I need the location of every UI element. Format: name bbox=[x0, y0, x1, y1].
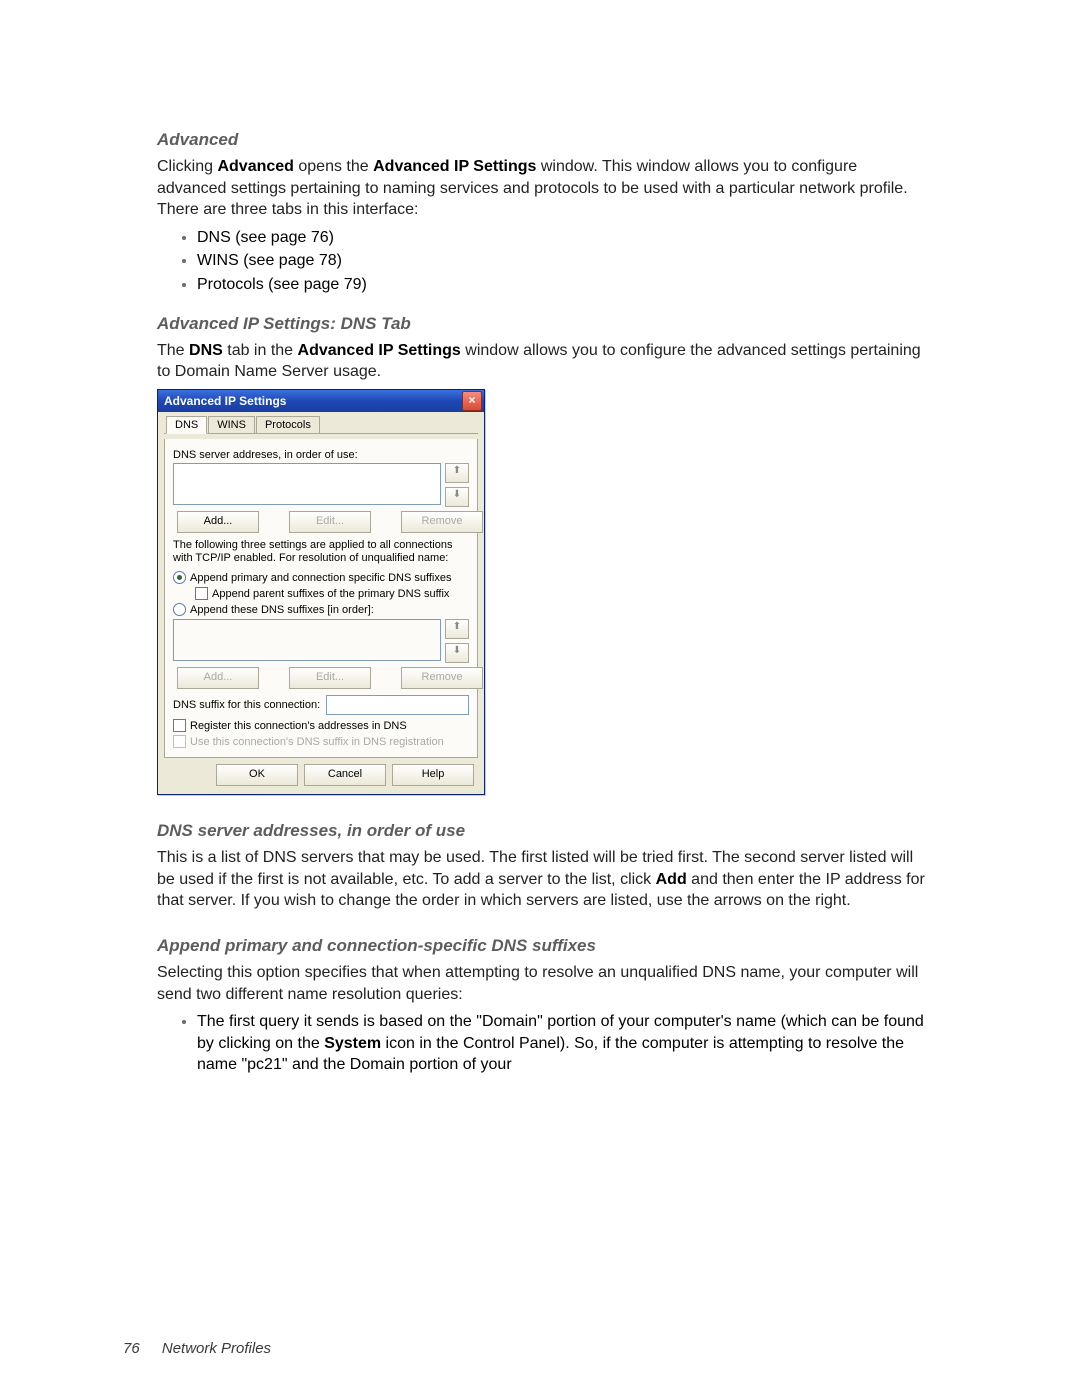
heading-append-primary: Append primary and connection-specific D… bbox=[157, 936, 925, 956]
list-item: WINS (see page 78) bbox=[197, 250, 925, 272]
ok-button[interactable]: OK bbox=[216, 764, 298, 786]
tab-strip: DNS WINS Protocols bbox=[164, 416, 478, 434]
tab-protocols[interactable]: Protocols bbox=[256, 416, 320, 433]
tab-dns-panel: DNS server addreses, in order of use: ⬆ … bbox=[164, 439, 478, 758]
checkbox-append-parent[interactable]: Append parent suffixes of the primary DN… bbox=[195, 587, 469, 600]
advanced-ip-settings-window: Advanced IP Settings × DNS WINS Protocol… bbox=[157, 389, 485, 795]
page-footer: 76 Network Profiles bbox=[123, 1340, 271, 1357]
remove-server-button[interactable]: Remove bbox=[401, 511, 483, 533]
heading-dns-server-addresses: DNS server addresses, in order of use bbox=[157, 821, 925, 841]
move-down-button[interactable]: ⬇ bbox=[445, 487, 469, 507]
dialog-button-row: OK Cancel Help bbox=[164, 758, 478, 788]
text: Clicking bbox=[157, 158, 217, 175]
para-advanced: Clicking Advanced opens the Advanced IP … bbox=[157, 156, 925, 221]
window-title: Advanced IP Settings bbox=[164, 394, 286, 408]
document-page: Advanced Clicking Advanced opens the Adv… bbox=[0, 0, 1080, 1397]
suffix-move-up-button[interactable]: ⬆ bbox=[445, 619, 469, 639]
dns-server-listbox[interactable] bbox=[173, 463, 441, 505]
radio-label: Append these DNS suffixes [in order]: bbox=[190, 604, 374, 616]
checkbox-icon bbox=[195, 587, 208, 600]
bold-advanced: Advanced bbox=[217, 158, 293, 175]
radio-label: Append primary and connection specific D… bbox=[190, 572, 452, 584]
edit-suffix-button[interactable]: Edit... bbox=[289, 667, 371, 689]
checkbox-label: Register this connection's addresses in … bbox=[190, 720, 407, 732]
dns-suffix-input[interactable] bbox=[326, 695, 469, 715]
cancel-button[interactable]: Cancel bbox=[304, 764, 386, 786]
add-suffix-button[interactable]: Add... bbox=[177, 667, 259, 689]
checkbox-icon bbox=[173, 719, 186, 732]
suffix-move-down-button[interactable]: ⬇ bbox=[445, 643, 469, 663]
label-dns-suffix-connection: DNS suffix for this connection: bbox=[173, 699, 320, 711]
window-body: DNS WINS Protocols DNS server addreses, … bbox=[158, 412, 484, 794]
para-append-primary: Selecting this option specifies that whe… bbox=[157, 962, 925, 1005]
titlebar[interactable]: Advanced IP Settings × bbox=[158, 390, 484, 412]
interface-tabs-list: DNS (see page 76) WINS (see page 78) Pro… bbox=[157, 227, 925, 296]
queries-list: The first query it sends is based on the… bbox=[157, 1011, 925, 1076]
dns-suffix-listbox[interactable] bbox=[173, 619, 441, 661]
move-up-button[interactable]: ⬆ bbox=[445, 463, 469, 483]
list-item: DNS (see page 76) bbox=[197, 227, 925, 249]
para-dns-tab: The DNS tab in the Advanced IP Settings … bbox=[157, 340, 925, 383]
remove-suffix-button[interactable]: Remove bbox=[401, 667, 483, 689]
help-button[interactable]: Help bbox=[392, 764, 474, 786]
radio-icon bbox=[173, 603, 186, 616]
bold-add: Add bbox=[656, 871, 687, 888]
bold-dns: DNS bbox=[189, 342, 223, 359]
list-item: Protocols (see page 79) bbox=[197, 274, 925, 296]
text: The bbox=[157, 342, 189, 359]
checkbox-use-suffix[interactable]: Use this connection's DNS suffix in DNS … bbox=[173, 735, 469, 748]
label-dns-servers: DNS server addreses, in order of use: bbox=[173, 449, 469, 461]
note-tcpip: The following three settings are applied… bbox=[173, 539, 469, 565]
bold-advanced-ip-settings: Advanced IP Settings bbox=[373, 158, 536, 175]
bold-system: System bbox=[324, 1035, 381, 1052]
heading-advanced: Advanced bbox=[157, 130, 925, 150]
radio-icon bbox=[173, 571, 186, 584]
checkbox-register-addresses[interactable]: Register this connection's addresses in … bbox=[173, 719, 469, 732]
radio-append-primary[interactable]: Append primary and connection specific D… bbox=[173, 571, 469, 584]
tab-dns[interactable]: DNS bbox=[166, 416, 207, 434]
footer-title: Network Profiles bbox=[162, 1340, 271, 1357]
tab-wins[interactable]: WINS bbox=[208, 416, 255, 433]
heading-dns-tab: Advanced IP Settings: DNS Tab bbox=[157, 314, 925, 334]
add-server-button[interactable]: Add... bbox=[177, 511, 259, 533]
checkbox-label: Append parent suffixes of the primary DN… bbox=[212, 588, 449, 600]
text: opens the bbox=[294, 158, 373, 175]
radio-append-these[interactable]: Append these DNS suffixes [in order]: bbox=[173, 603, 469, 616]
checkbox-label: Use this connection's DNS suffix in DNS … bbox=[190, 736, 444, 748]
close-icon[interactable]: × bbox=[462, 391, 482, 411]
text: tab in the bbox=[223, 342, 298, 359]
para-dns-addresses: This is a list of DNS servers that may b… bbox=[157, 847, 925, 912]
bold-adv-ip-settings: Advanced IP Settings bbox=[298, 342, 461, 359]
content-column: Advanced Clicking Advanced opens the Adv… bbox=[157, 130, 925, 1086]
edit-server-button[interactable]: Edit... bbox=[289, 511, 371, 533]
list-item: The first query it sends is based on the… bbox=[197, 1011, 925, 1076]
page-number: 76 bbox=[123, 1340, 140, 1357]
checkbox-icon bbox=[173, 735, 186, 748]
